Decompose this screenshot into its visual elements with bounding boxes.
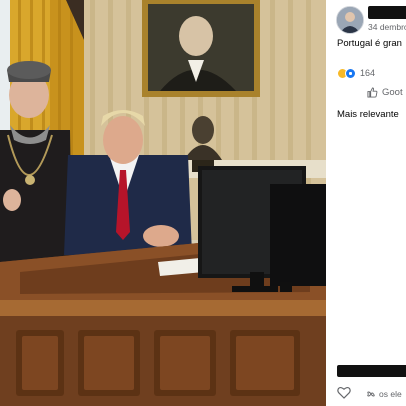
like-emoji-icon	[345, 67, 356, 79]
redacted-author-name[interactable]	[368, 6, 406, 19]
reaction-count: 164	[360, 68, 376, 78]
author-avatar[interactable]	[336, 6, 364, 34]
post-date[interactable]: 34 dembro	[368, 22, 406, 32]
like-button-label: Goot	[382, 87, 403, 98]
footer-text-label: os ele	[379, 389, 402, 399]
infinity-icon	[367, 391, 375, 397]
oval-office-photo	[0, 0, 326, 406]
comment-footer-text: os ele	[366, 389, 402, 399]
like-button[interactable]: Goot	[367, 87, 403, 98]
thumbs-up-icon	[367, 87, 378, 98]
reactions-summary[interactable]: 164	[337, 67, 375, 79]
comment-sort-selector[interactable]: Mais relevante	[337, 109, 399, 120]
post-photo[interactable]	[0, 0, 326, 406]
redacted-comment-box[interactable]	[337, 365, 406, 377]
post-sidebar: 34 dembro Portugal é gran 164 Goot Mais …	[326, 0, 406, 406]
post-text: Portugal é gran	[337, 38, 402, 49]
heart-icon[interactable]	[337, 386, 351, 399]
